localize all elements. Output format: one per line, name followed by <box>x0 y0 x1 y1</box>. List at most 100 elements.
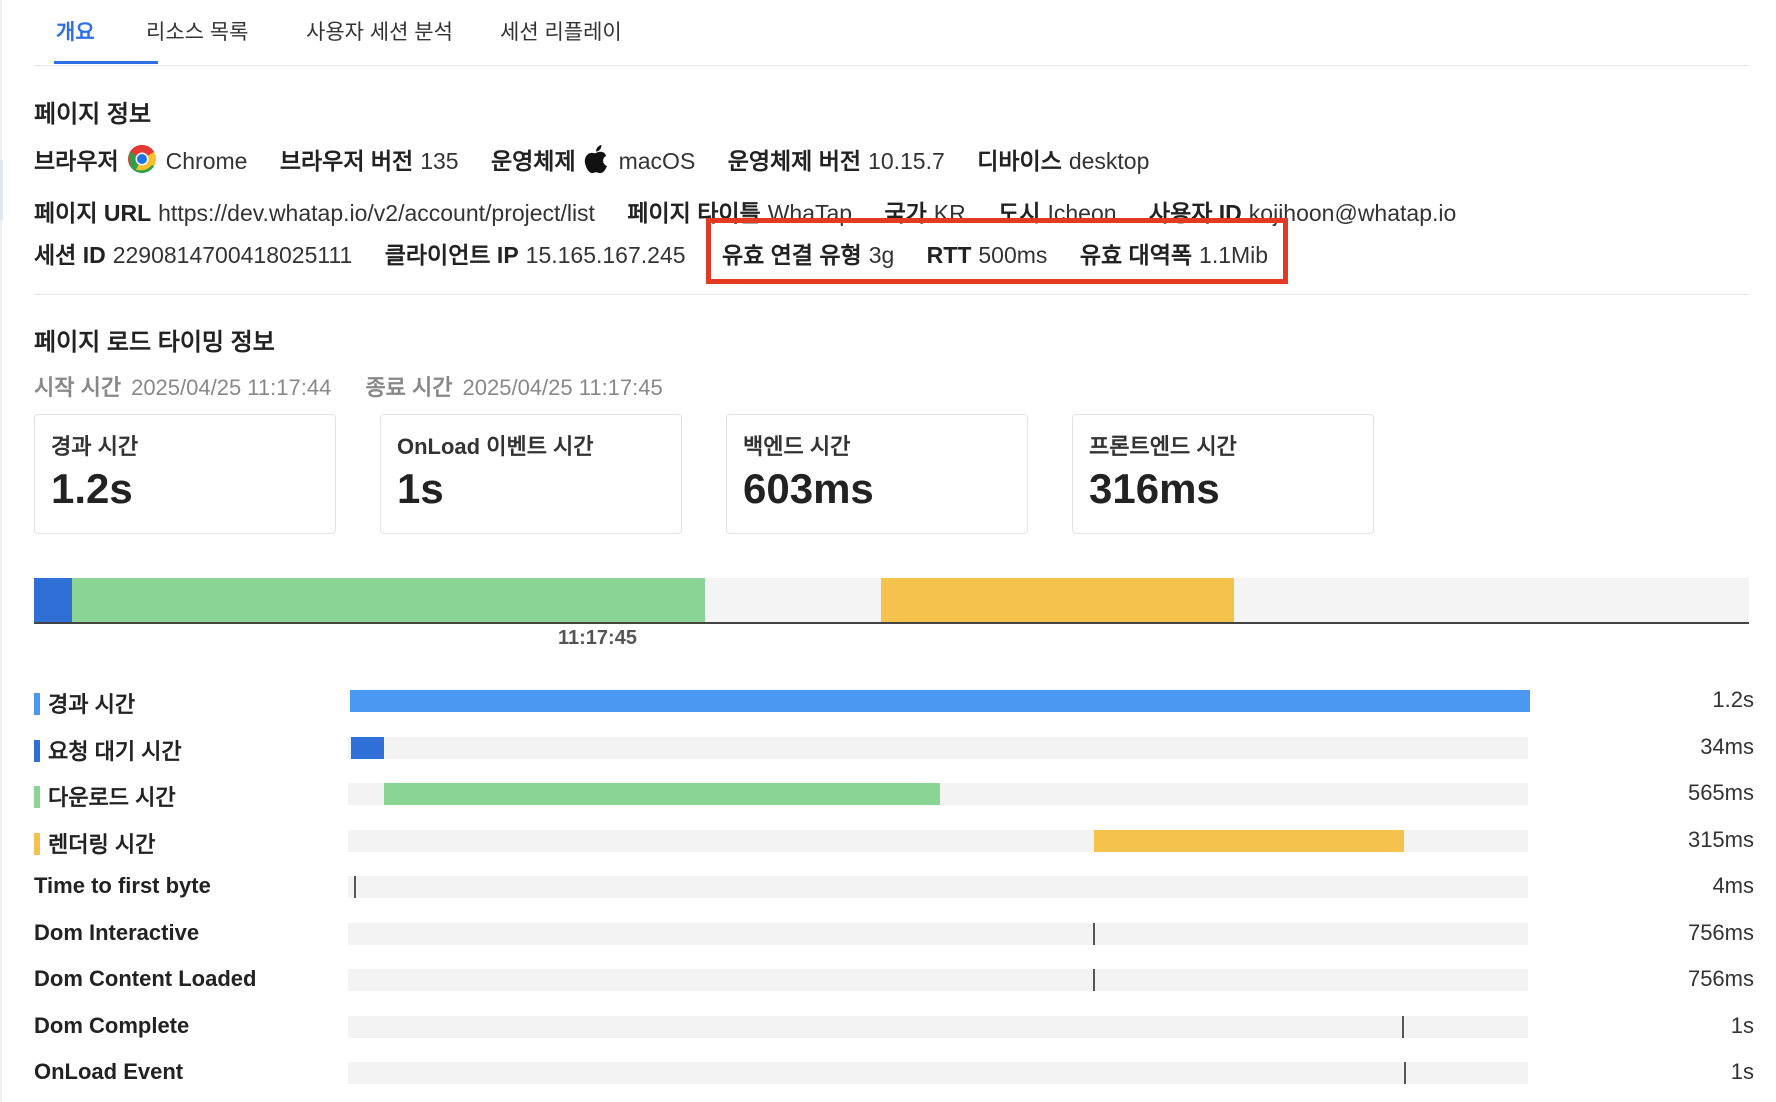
page-url-value[interactable]: https://dev.whatap.io/v2/account/project… <box>158 200 595 226</box>
waterfall-track <box>348 969 1528 991</box>
os-version-field: 운영체제 버전 10.15.7 <box>728 142 945 176</box>
network-info-highlight <box>706 218 1288 284</box>
waterfall-track <box>348 736 1528 759</box>
overview-tick-label: 11:17:45 <box>558 627 637 649</box>
waterfall-track <box>348 876 1528 898</box>
waterfall-marker[interactable] <box>353 876 356 898</box>
waterfall-row-label-text: 경과 시간 <box>48 692 136 717</box>
metric-card-frontend: 프론트엔드 시간 316ms <box>1072 414 1374 534</box>
waterfall-track <box>348 783 1528 805</box>
waterfall-row-value: 756ms <box>1687 966 1754 991</box>
waterfall-marker[interactable] <box>1402 1015 1405 1038</box>
metric-card-value: 603ms <box>743 465 874 512</box>
active-tab-indicator <box>54 61 158 64</box>
metric-card-value: 316ms <box>1089 465 1220 512</box>
browser-version-label: 브라우저 버전 <box>279 148 414 174</box>
metric-card-elapsed: 경과 시간 1.2s <box>34 414 336 534</box>
waterfall-row-label: Dom Content Loaded <box>34 966 256 992</box>
start-time-field: 시작 시간 2025/04/25 11:17:44 <box>34 375 331 400</box>
waterfall-row-value: 4ms <box>1712 873 1754 898</box>
left-edge-marker <box>0 160 3 220</box>
waterfall-row-label-text: 렌더링 시간 <box>48 831 156 857</box>
waterfall-row-label-text: Dom Complete <box>34 1012 190 1038</box>
chrome-icon <box>127 145 156 173</box>
start-time-value: 2025/04/25 11:17:44 <box>131 375 332 400</box>
tab-resource-list[interactable]: 리소스 목록 <box>146 16 248 46</box>
metric-card-onload: OnLoad 이벤트 시간 1s <box>380 414 682 534</box>
waterfall-row-label-text: Dom Content Loaded <box>34 966 257 991</box>
client-ip-label: 클라이언트 IP <box>384 242 519 268</box>
os-version-label: 운영체제 버전 <box>727 148 862 174</box>
waterfall-row-label: 렌더링 시간 <box>34 827 155 859</box>
session-id-label: 세션 ID <box>34 242 106 268</box>
legend-swatch <box>34 739 40 762</box>
device-field: 디바이스 desktop <box>977 142 1149 176</box>
waterfall-row-value: 34ms <box>1700 733 1754 759</box>
device-value: desktop <box>1068 148 1150 174</box>
browser-version-field: 브라우저 버전 135 <box>280 142 459 176</box>
waterfall-row-label-text: Dom Interactive <box>34 919 200 945</box>
page-info-title: 페이지 정보 <box>34 101 152 128</box>
waterfall-row-label: OnLoad Event <box>34 1059 183 1085</box>
end-time-label: 종료 시간 <box>365 375 453 400</box>
tab-bar: 개요 리소스 목록 사용자 세션 분석 세션 리플레이 <box>34 0 1749 66</box>
waterfall-row-value: 565ms <box>1687 780 1754 805</box>
page-url-label: 페이지 URL <box>34 200 152 226</box>
waterfall-row-label: 다운로드 시간 <box>34 780 176 812</box>
apple-icon <box>584 145 607 174</box>
legend-swatch <box>34 693 40 715</box>
os-label: 운영체제 <box>490 148 576 174</box>
overview-segment-download <box>72 578 706 622</box>
waterfall-row-label-text: OnLoad Event <box>34 1059 184 1084</box>
browser-version-value: 135 <box>420 148 459 174</box>
os-field: 운영체제 macOS <box>491 142 695 176</box>
waterfall-row-label: 경과 시간 <box>34 687 135 719</box>
os-version-value: 10.15.7 <box>868 148 945 174</box>
waterfall-marker[interactable] <box>1093 922 1096 945</box>
metric-card-label: 프론트엔드 시간 <box>1089 434 1237 459</box>
section-divider <box>34 294 1749 295</box>
waterfall-row-label: 요청 대기 시간 <box>34 734 182 766</box>
session-id-value: 2290814700418025111 <box>112 242 353 268</box>
waterfall-track <box>348 1015 1528 1038</box>
waterfall-marker[interactable] <box>1404 1062 1407 1084</box>
metric-card-label: OnLoad 이벤트 시간 <box>397 434 594 459</box>
os-value: macOS <box>618 148 696 174</box>
waterfall-row-label: Dom Complete <box>34 1013 189 1039</box>
timing-range: 시작 시간 2025/04/25 11:17:44 종료 시간 2025/04/25… <box>34 370 691 402</box>
waterfall-track <box>348 829 1528 852</box>
metric-card-value: 1s <box>397 465 444 512</box>
waterfall-row-label: Time to first byte <box>34 873 211 899</box>
waterfall-row-label-text: 다운로드 시간 <box>48 785 176 810</box>
metric-card-label: 백엔드 시간 <box>743 434 851 459</box>
page-url-field: 페이지 URL https://dev.whatap.io/v2/account/… <box>34 194 595 228</box>
waterfall-row-label-text: 요청 대기 시간 <box>48 738 182 764</box>
tab-session-replay[interactable]: 세션 리플레이 <box>500 16 622 46</box>
legend-swatch <box>34 832 40 855</box>
overview-segment-request-wait <box>34 578 73 622</box>
waterfall-row-label: Dom Interactive <box>34 920 199 946</box>
waterfall-row-label-text: Time to first byte <box>34 873 211 898</box>
waterfall-track <box>348 1062 1528 1084</box>
waterfall-bar[interactable] <box>1094 829 1405 852</box>
waterfall-bar[interactable] <box>384 783 940 805</box>
metric-card-backend: 백엔드 시간 603ms <box>726 414 1028 534</box>
waterfall-marker[interactable] <box>1093 969 1096 991</box>
waterfall-bar[interactable] <box>351 736 385 759</box>
waterfall-row-value: 1s <box>1730 1059 1754 1084</box>
waterfall-bar[interactable] <box>350 690 1530 712</box>
metric-card-label: 경과 시간 <box>51 434 139 459</box>
device-label: 디바이스 <box>977 148 1062 174</box>
browser-label: 브라우저 <box>34 148 119 174</box>
overview-axis <box>34 622 1749 624</box>
waterfall-track <box>348 922 1528 945</box>
waterfall-row-value: 756ms <box>1687 919 1754 945</box>
tab-overview[interactable]: 개요 <box>56 16 95 46</box>
overview-segment-rendering <box>881 578 1235 622</box>
session-id-field: 세션 ID 2290814700418025111 <box>34 236 352 270</box>
waterfall-row-value: 315ms <box>1687 826 1754 852</box>
timing-overview-bar <box>34 578 1749 622</box>
waterfall-track <box>348 690 1530 712</box>
tab-user-session-analysis[interactable]: 사용자 세션 분석 <box>306 16 453 46</box>
browser-field: 브라우저 Chrome <box>34 142 247 176</box>
